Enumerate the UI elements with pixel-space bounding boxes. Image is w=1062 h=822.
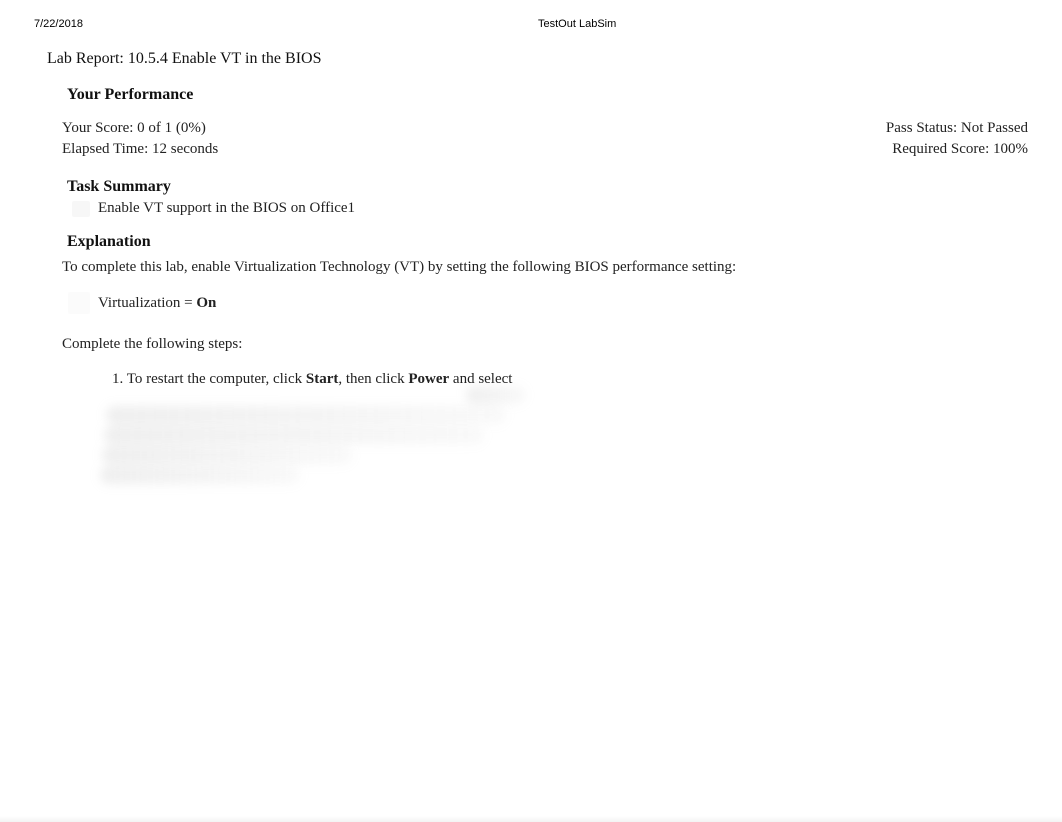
setting-prefix: Virtualization = (98, 295, 196, 311)
explanation-heading: Explanation (62, 233, 1028, 251)
performance-block: Your Score: 0 of 1 (0%) Pass Status: Not… (62, 120, 1028, 158)
task-status-icon (72, 201, 90, 217)
steps-intro: Complete the following steps: (62, 336, 1028, 353)
step-1: 1. To restart the computer, click Start,… (112, 371, 1028, 388)
blur-line (106, 406, 506, 424)
blur-line (466, 386, 526, 404)
score-label: Your Score: 0 of 1 (0%) (62, 120, 206, 137)
print-header: 7/22/2018 TestOut LabSim (0, 0, 1062, 30)
blur-line (104, 426, 484, 444)
task-summary-heading: Task Summary (62, 178, 1028, 196)
step-bold-2: Power (408, 371, 449, 387)
step-number: 1. (112, 371, 127, 387)
step-bold-1: Start (306, 371, 339, 387)
step-mid: , then click (338, 371, 408, 387)
header-date: 7/22/2018 (34, 18, 538, 30)
report-content: Your Performance Your Score: 0 of 1 (0%)… (0, 68, 1062, 480)
performance-row-2: Elapsed Time: 12 seconds Required Score:… (62, 141, 1028, 158)
page-bottom-shadow (0, 816, 1062, 822)
step-suffix: and select (449, 371, 512, 387)
blur-line (100, 466, 300, 484)
task-item: Enable VT support in the BIOS on Office1 (62, 200, 1028, 217)
explanation-intro: To complete this lab, enable Virtualizat… (62, 259, 1028, 276)
performance-row-1: Your Score: 0 of 1 (0%) Pass Status: Not… (62, 120, 1028, 137)
steps-list: 1. To restart the computer, click Start,… (62, 371, 1028, 388)
setting-text: Virtualization = On (98, 295, 216, 312)
pass-status: Pass Status: Not Passed (886, 120, 1028, 137)
task-text: Enable VT support in the BIOS on Office1 (98, 200, 355, 217)
performance-heading: Your Performance (62, 86, 1028, 104)
report-title: Lab Report: 10.5.4 Enable VT in the BIOS (0, 30, 1062, 68)
required-score: Required Score: 100% (892, 141, 1028, 158)
elapsed-time: Elapsed Time: 12 seconds (62, 141, 218, 158)
header-app-title: TestOut LabSim (538, 18, 616, 30)
setting-row: Virtualization = On (62, 292, 1028, 314)
setting-value: On (196, 295, 216, 311)
step-prefix: To restart the computer, click (127, 371, 306, 387)
blurred-content (96, 394, 526, 480)
bullet-icon (68, 292, 90, 314)
blur-line (102, 446, 352, 464)
